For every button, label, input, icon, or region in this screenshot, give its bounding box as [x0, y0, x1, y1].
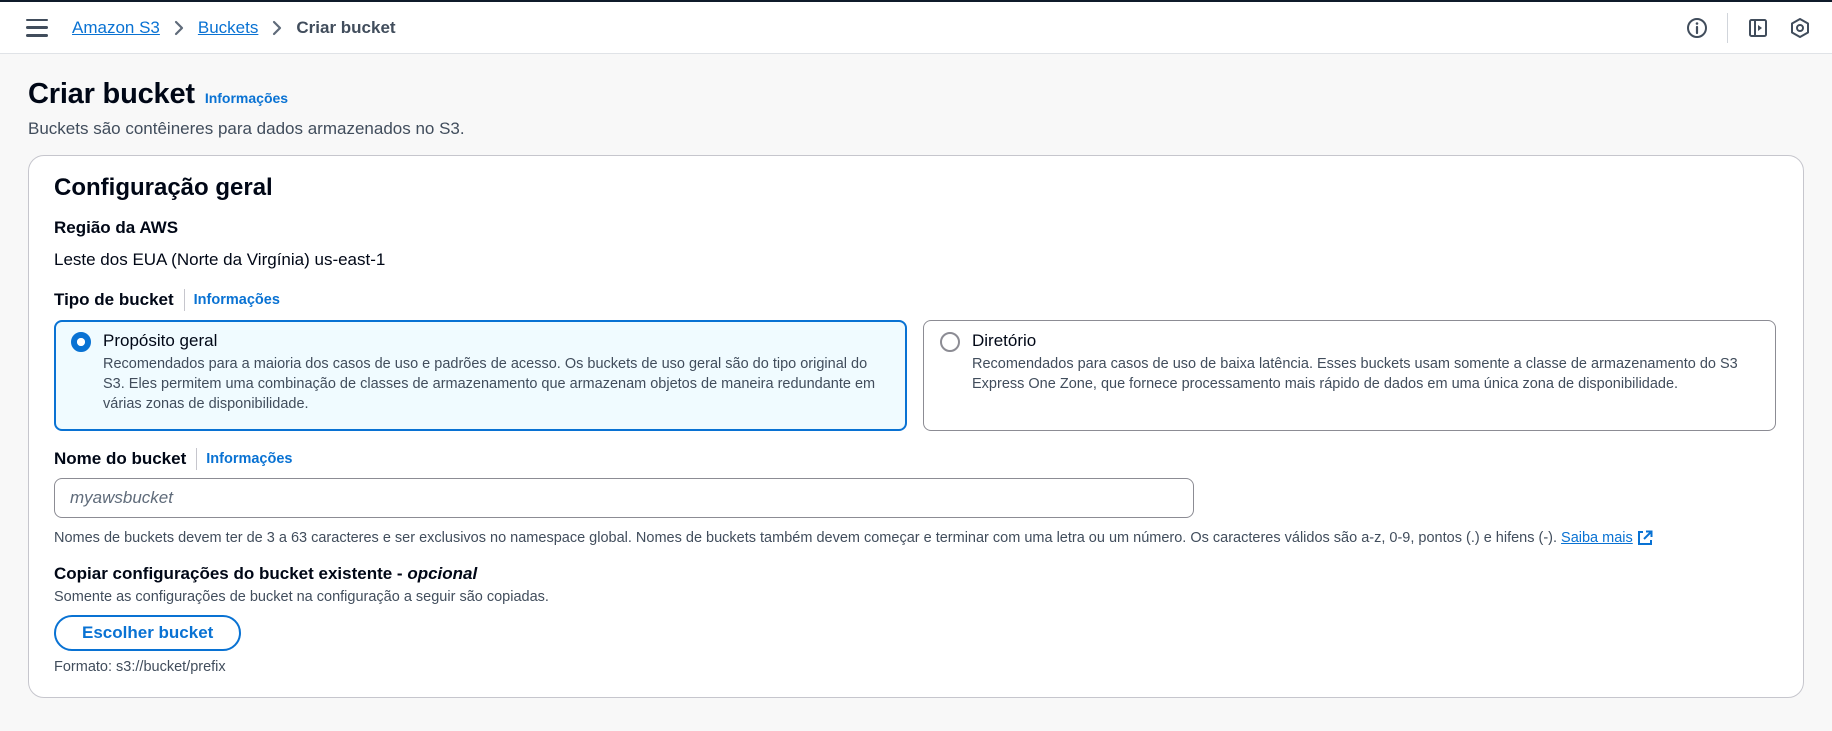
breadcrumb: Amazon S3 Buckets Criar bucket — [72, 18, 396, 38]
tile-general-purpose-text: Propósito geral Recomendados para a maio… — [103, 331, 892, 429]
bucket-type-info-link[interactable]: Informações — [194, 292, 280, 308]
info-circle-icon[interactable] — [1685, 16, 1709, 40]
choose-bucket-button[interactable]: Escolher bucket — [54, 615, 242, 651]
breadcrumb-buckets[interactable]: Buckets — [198, 18, 258, 38]
label-divider — [183, 289, 185, 311]
tile-directory[interactable]: Diretório Recomendados para casos de uso… — [923, 320, 1776, 431]
radio-general-purpose[interactable] — [71, 332, 91, 352]
panel-title: Configuração geral — [54, 174, 273, 201]
external-link-icon — [1637, 530, 1653, 546]
tile-title: Propósito geral — [103, 331, 218, 350]
format-hint: Formato: s3://bucket/prefix — [54, 659, 226, 675]
bucket-name-hint-text: Nomes de buckets devem ter de 3 a 63 car… — [54, 530, 1558, 546]
tile-title: Diretório — [972, 331, 1037, 350]
bucket-name-info-link[interactable]: Informações — [206, 451, 292, 467]
learn-more-label: Saiba mais — [1561, 530, 1633, 546]
optional-tag: opcional — [407, 564, 478, 583]
bucket-type-tiles: Propósito geral Recomendados para a maio… — [54, 320, 1777, 431]
tile-description: Recomendados para a maioria dos casos de… — [103, 356, 876, 412]
topbar-divider — [1727, 12, 1728, 43]
general-config-panel: Configuração geral Região da AWS Leste d… — [28, 155, 1804, 698]
radio-directory[interactable] — [940, 332, 960, 352]
page-description: Buckets são contêineres para dados armaz… — [28, 119, 465, 138]
chevron-right-icon — [174, 20, 184, 36]
breadcrumb-current: Criar bucket — [296, 17, 396, 37]
tile-general-purpose[interactable]: Propósito geral Recomendados para a maio… — [54, 320, 907, 431]
bucket-type-label: Tipo de bucket — [54, 290, 174, 309]
region-value: Leste dos EUA (Norte da Virgínia) us-eas… — [54, 250, 386, 269]
tile-directory-text: Diretório Recomendados para casos de uso… — [972, 331, 1761, 430]
top-bar: Amazon S3 Buckets Criar bucket — [0, 2, 1832, 54]
bucket-type-label-row: Tipo de bucket Informações — [54, 289, 1777, 311]
breadcrumb-amazon-s3[interactable]: Amazon S3 — [72, 18, 160, 38]
copy-settings-label-text: Copiar configurações do bucket existente… — [54, 564, 408, 583]
learn-more-link[interactable]: Saiba mais — [1561, 530, 1653, 546]
region-label: Região da AWS — [54, 218, 179, 237]
copy-settings-description: Somente as configurações de bucket na co… — [54, 589, 549, 605]
bucket-name-label-row: Nome do bucket Informações — [54, 448, 1777, 470]
copy-settings-label: Copiar configurações do bucket existente… — [54, 564, 1777, 584]
bucket-name-hint: Nomes de buckets devem ter de 3 a 63 car… — [54, 530, 1777, 546]
bucket-name-input[interactable] — [54, 478, 1194, 518]
hamburger-menu-icon[interactable] — [26, 18, 48, 37]
page-header: Criar bucket Informações — [28, 78, 1804, 111]
page-title: Criar bucket — [28, 78, 195, 110]
side-panel-icon[interactable] — [1746, 16, 1770, 40]
topbar-actions — [1685, 12, 1812, 43]
label-divider — [196, 448, 198, 470]
tile-description: Recomendados para casos de uso de baixa … — [972, 356, 1738, 392]
bucket-name-label: Nome do bucket — [54, 449, 187, 468]
chevron-right-icon — [272, 20, 282, 36]
main-content: Criar bucket Informações Buckets são con… — [0, 54, 1832, 698]
page-info-link[interactable]: Informações — [205, 90, 288, 106]
hexagon-badge-icon[interactable] — [1788, 16, 1812, 40]
